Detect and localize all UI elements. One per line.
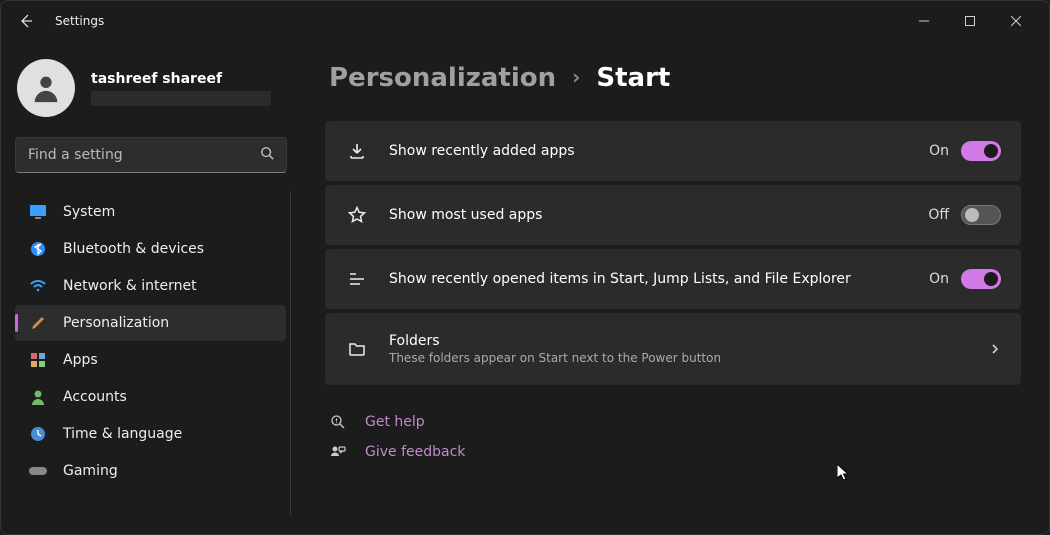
person-icon [29,71,63,105]
sidebar-item-label: Accounts [63,389,127,405]
sidebar-item-gaming[interactable]: Gaming [15,453,286,489]
sidebar-item-bluetooth[interactable]: Bluetooth & devices [15,231,286,267]
star-icon [345,206,369,224]
sidebar-item-network[interactable]: Network & internet [15,268,286,304]
nav: System Bluetooth & devices Network & int… [11,191,291,515]
breadcrumb-parent[interactable]: Personalization [329,63,556,93]
folder-icon [345,341,369,357]
toggle-switch[interactable] [961,269,1001,289]
get-help-link[interactable]: Get help [329,407,1017,437]
sidebar-item-label: Apps [63,352,98,368]
title-bar: Settings [1,1,1049,41]
help-links: Get help Give feedback [325,389,1021,485]
give-feedback-link[interactable]: Give feedback [329,437,1017,467]
apps-icon [29,351,47,369]
profile-block[interactable]: tashreef shareef [11,49,291,135]
sidebar: tashreef shareef Find a setting System [1,41,301,534]
setting-title: Show recently added apps [389,143,929,159]
person-icon [29,388,47,406]
setting-subtitle: These folders appear on Start next to th… [389,351,989,365]
setting-title: Show recently opened items in Start, Jum… [389,271,929,287]
wifi-icon [29,277,47,295]
sidebar-item-label: Personalization [63,315,169,331]
link-label: Get help [365,414,425,430]
window-controls [901,6,1039,36]
help-icon [329,414,347,430]
minimize-button[interactable] [901,6,947,36]
chevron-right-icon [989,340,1001,359]
clock-icon [29,425,47,443]
sidebar-item-label: Time & language [63,426,182,442]
setting-recent-items[interactable]: Show recently opened items in Start, Jum… [325,249,1021,309]
bluetooth-icon [29,240,47,258]
feedback-icon [329,444,347,460]
sidebar-item-system[interactable]: System [15,194,286,230]
app-title: Settings [55,14,104,28]
sidebar-item-label: Network & internet [63,278,197,294]
gamepad-icon [29,462,47,480]
sidebar-item-label: Gaming [63,463,118,479]
search-placeholder: Find a setting [28,147,123,163]
breadcrumb-current: Start [596,63,670,93]
minimize-icon [919,16,929,26]
sidebar-item-time-language[interactable]: Time & language [15,416,286,452]
back-button[interactable] [11,6,41,36]
setting-recently-added-apps[interactable]: Show recently added apps On [325,121,1021,181]
sidebar-item-apps[interactable]: Apps [15,342,286,378]
close-button[interactable] [993,6,1039,36]
sidebar-item-label: System [63,204,115,220]
maximize-button[interactable] [947,6,993,36]
search-input[interactable]: Find a setting [15,137,287,173]
sidebar-item-personalization[interactable]: Personalization [15,305,286,341]
search-icon [260,146,274,164]
chevron-right-icon: › [572,65,580,89]
sidebar-item-label: Bluetooth & devices [63,241,204,257]
profile-email-placeholder [91,91,271,106]
link-label: Give feedback [365,444,465,460]
monitor-icon [29,203,47,221]
arrow-left-icon [18,13,34,29]
content: Personalization › Start Show recently ad… [301,41,1049,534]
list-icon [345,271,369,287]
toggle-status: On [929,271,949,287]
maximize-icon [965,16,975,26]
setting-title: Folders [389,333,989,349]
toggle-status: On [929,143,949,159]
close-icon [1011,16,1021,26]
breadcrumb: Personalization › Start [325,57,1021,121]
setting-most-used-apps[interactable]: Show most used apps Off [325,185,1021,245]
setting-folders[interactable]: Folders These folders appear on Start ne… [325,313,1021,385]
sidebar-item-accounts[interactable]: Accounts [15,379,286,415]
download-icon [345,142,369,160]
profile-name: tashreef shareef [91,71,271,87]
brush-icon [29,314,47,332]
toggle-switch[interactable] [961,141,1001,161]
avatar [17,59,75,117]
setting-title: Show most used apps [389,207,928,223]
toggle-status: Off [928,207,949,223]
toggle-switch[interactable] [961,205,1001,225]
